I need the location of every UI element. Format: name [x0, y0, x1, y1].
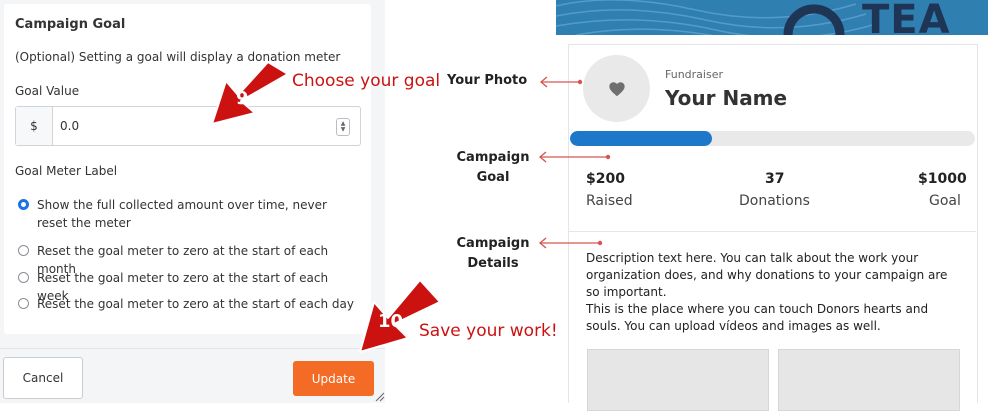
callout-line: Campaign [456, 236, 530, 251]
photo-callout-arrow-icon [539, 76, 580, 88]
step-9-number: 9 [236, 88, 249, 109]
callout-line: Campaign [456, 150, 530, 165]
your-photo-callout: Your Photo [447, 73, 528, 88]
step-9-arrow-icon [211, 61, 289, 125]
step-10-text: Save your work! [419, 321, 558, 341]
callout-line: Goal [476, 170, 510, 185]
campaign-goal-callout: Campaign Goal [455, 148, 531, 188]
step-10-number: 10 [378, 311, 404, 332]
annotation-overlay [211, 61, 611, 353]
details-callout-arrow-icon [538, 237, 600, 249]
goal-callout-arrow-icon [538, 151, 608, 163]
campaign-details-callout: Campaign Details [455, 234, 531, 274]
callout-line: Details [467, 256, 519, 271]
step-9-text: Choose your goal [292, 71, 441, 91]
